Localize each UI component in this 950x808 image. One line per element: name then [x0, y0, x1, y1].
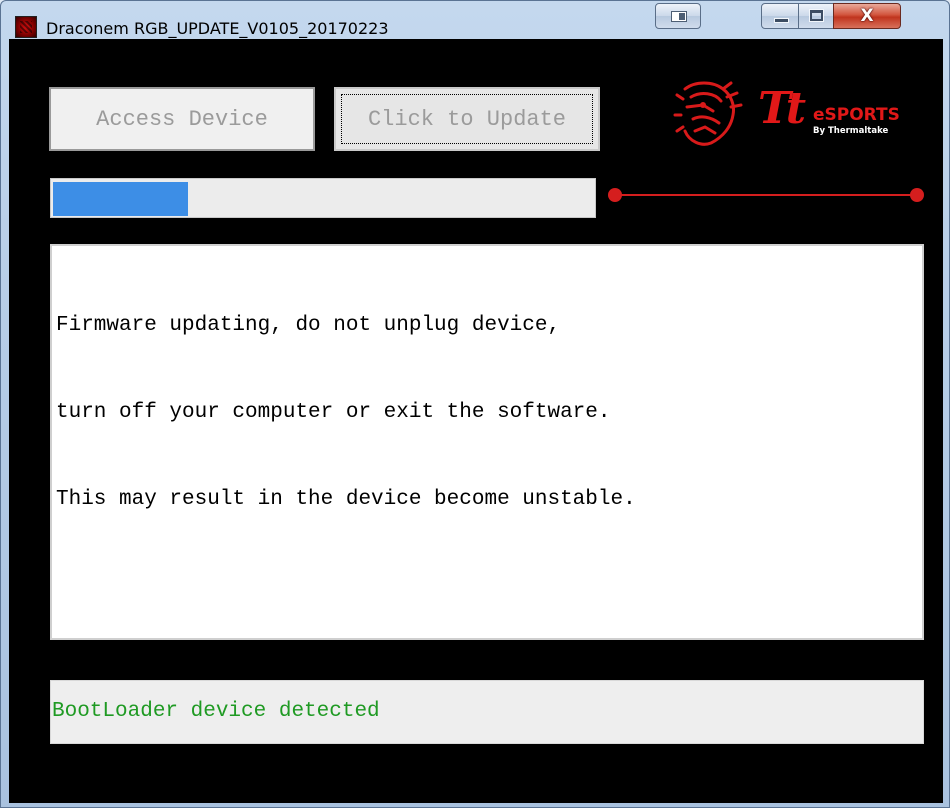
update-progress-bar	[50, 178, 596, 218]
tt-logo-mark: Tt	[758, 83, 806, 134]
app-icon[interactable]	[15, 16, 37, 38]
esports-logo-text: eSPORTS	[813, 105, 900, 125]
title-bar[interactable]: Draconem RGB_UPDATE_V0105_20170223 X	[1, 1, 949, 39]
decorative-red-line	[613, 194, 923, 196]
window-title: Draconem RGB_UPDATE_V0105_20170223	[46, 19, 389, 38]
close-button[interactable]: X	[833, 3, 901, 29]
decorative-red-dot-right	[910, 188, 924, 202]
log-line: This may result in the device become uns…	[56, 488, 636, 511]
focus-rectangle	[341, 94, 593, 144]
status-box: BootLoader device detected	[50, 680, 924, 744]
by-thermaltake-text: By Thermaltake	[813, 126, 889, 136]
firmware-log-textbox[interactable]: Firmware updating, do not unplug device,…	[50, 244, 924, 640]
access-device-button[interactable]: Access Device	[49, 87, 315, 151]
access-device-label: Access Device	[96, 106, 268, 132]
minimize-icon	[774, 18, 789, 23]
decorative-red-dot-left	[608, 188, 622, 202]
window-switch-icon	[671, 11, 687, 22]
maximize-icon	[809, 9, 824, 22]
click-to-update-button[interactable]: Click to Update	[334, 87, 600, 151]
close-icon: X	[860, 6, 874, 26]
window-switch-button[interactable]	[655, 3, 701, 29]
maximize-button[interactable]	[798, 3, 834, 29]
app-window: Draconem RGB_UPDATE_V0105_20170223 X Acc…	[0, 0, 950, 808]
tt-esports-logo: Tt eSPORTS By Thermaltake	[673, 79, 933, 149]
status-text: BootLoader device detected	[52, 700, 380, 723]
minimize-button[interactable]	[761, 3, 799, 29]
log-line: turn off your computer or exit the softw…	[56, 401, 611, 424]
client-area: Access Device Click to Update Tt eSPORTS…	[9, 39, 943, 803]
progress-fill	[53, 182, 188, 216]
dragon-head-icon	[673, 81, 743, 146]
log-line: Firmware updating, do not unplug device,	[56, 314, 561, 337]
